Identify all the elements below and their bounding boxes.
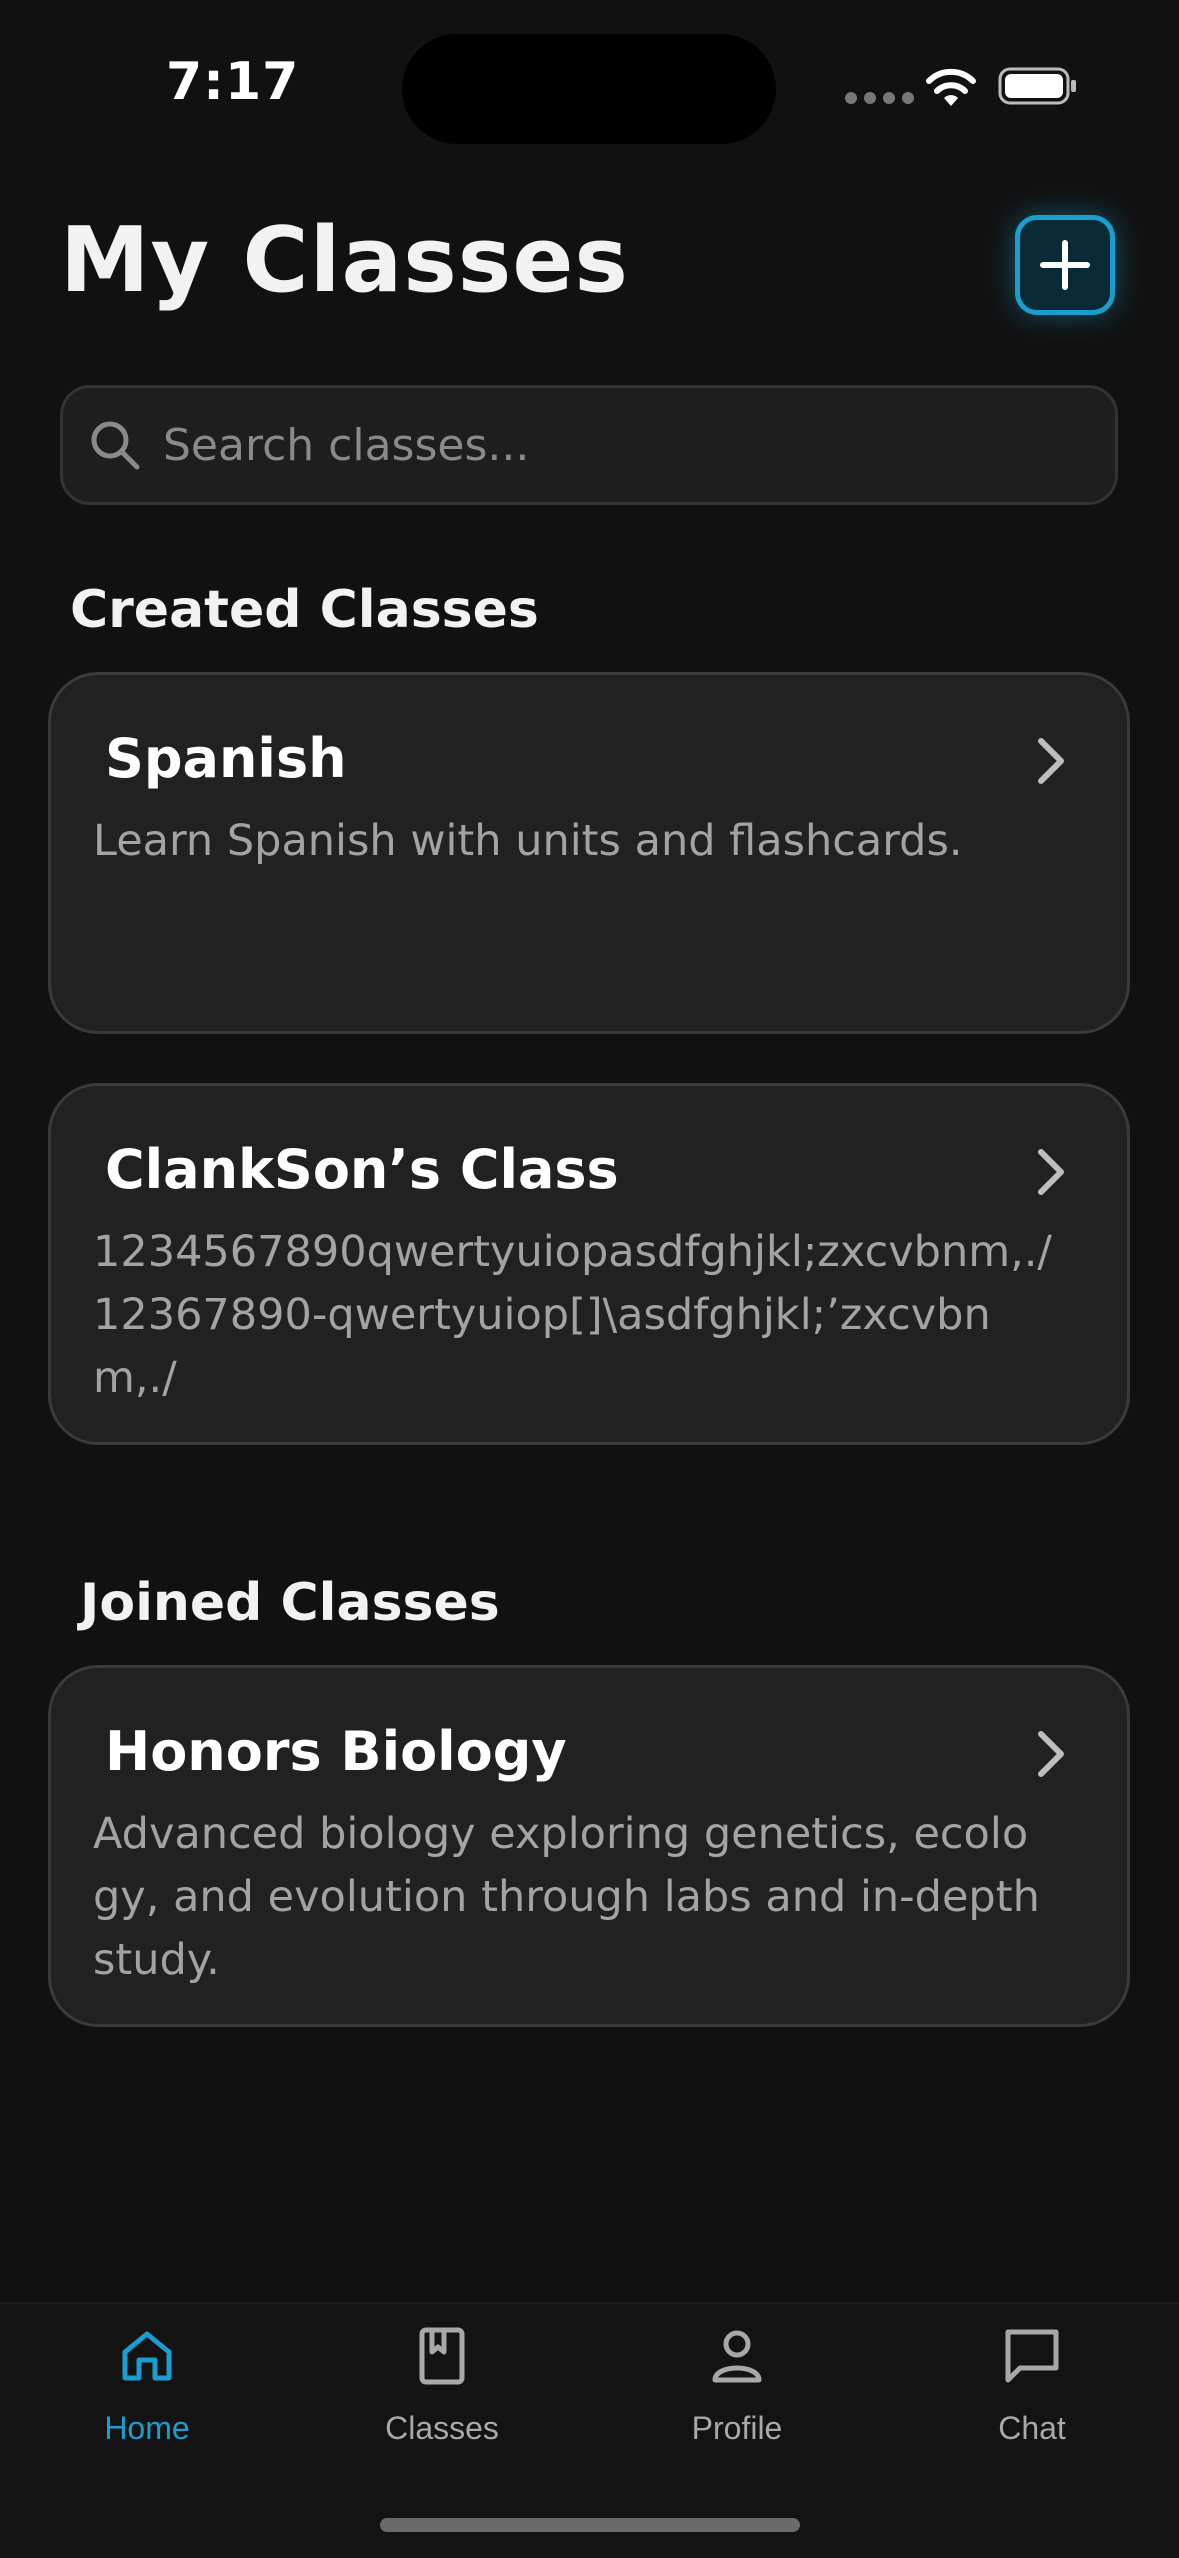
class-description: Advanced biology exploring genetics, eco… <box>93 1809 1040 1985</box>
search-bar[interactable] <box>60 385 1118 505</box>
tab-label: Profile <box>691 2410 783 2446</box>
class-card-honors-biology[interactable]: Honors Biology Advanced biology explorin… <box>48 1665 1130 2027</box>
page-title: My Classes <box>60 208 629 313</box>
search-icon <box>91 421 140 470</box>
home-icon <box>122 2331 172 2381</box>
tab-chat[interactable]: Chat <box>932 2324 1132 2484</box>
class-title: ClankSon’s Class <box>105 1138 619 1201</box>
class-title: Honors Biology <box>105 1720 567 1783</box>
class-title: Spanish <box>105 727 347 790</box>
dynamic-island <box>402 34 776 144</box>
search-input[interactable] <box>161 418 1115 472</box>
status-bar: 7:17 <box>0 0 1179 150</box>
status-time: 7:17 <box>166 52 300 112</box>
cellular-signal-icon <box>845 92 914 104</box>
chevron-right-icon <box>1038 1149 1064 1195</box>
add-class-button[interactable] <box>1015 215 1115 315</box>
tab-profile[interactable]: Profile <box>637 2324 837 2484</box>
home-indicator[interactable] <box>380 2518 800 2532</box>
class-description: 1234567890qwertyuiopasdfghjkl;zxcvbnm,./… <box>93 1227 1052 1403</box>
chat-bubble-icon <box>1005 2329 1059 2383</box>
class-card-spanish[interactable]: Spanish Learn Spanish with units and fla… <box>48 672 1130 1034</box>
tab-classes[interactable]: Classes <box>342 2324 542 2484</box>
tab-label: Classes <box>385 2410 499 2446</box>
person-icon <box>712 2330 762 2383</box>
class-card-clankson[interactable]: ClankSon’s Class 1234567890qwertyuiopasd… <box>48 1083 1130 1445</box>
chevron-right-icon <box>1038 738 1064 784</box>
battery-icon <box>998 67 1076 105</box>
chevron-right-icon <box>1038 1731 1064 1777</box>
section-heading-created: Created Classes <box>70 580 539 640</box>
class-description: Learn Spanish with units and flashcards. <box>93 816 963 866</box>
plus-icon <box>1040 240 1090 290</box>
wifi-icon <box>926 68 976 106</box>
tab-home[interactable]: Home <box>47 2324 247 2484</box>
tab-label: Chat <box>998 2410 1066 2446</box>
section-heading-joined: Joined Classes <box>80 1573 500 1633</box>
tab-label: Home <box>104 2410 190 2446</box>
book-icon <box>419 2327 465 2385</box>
